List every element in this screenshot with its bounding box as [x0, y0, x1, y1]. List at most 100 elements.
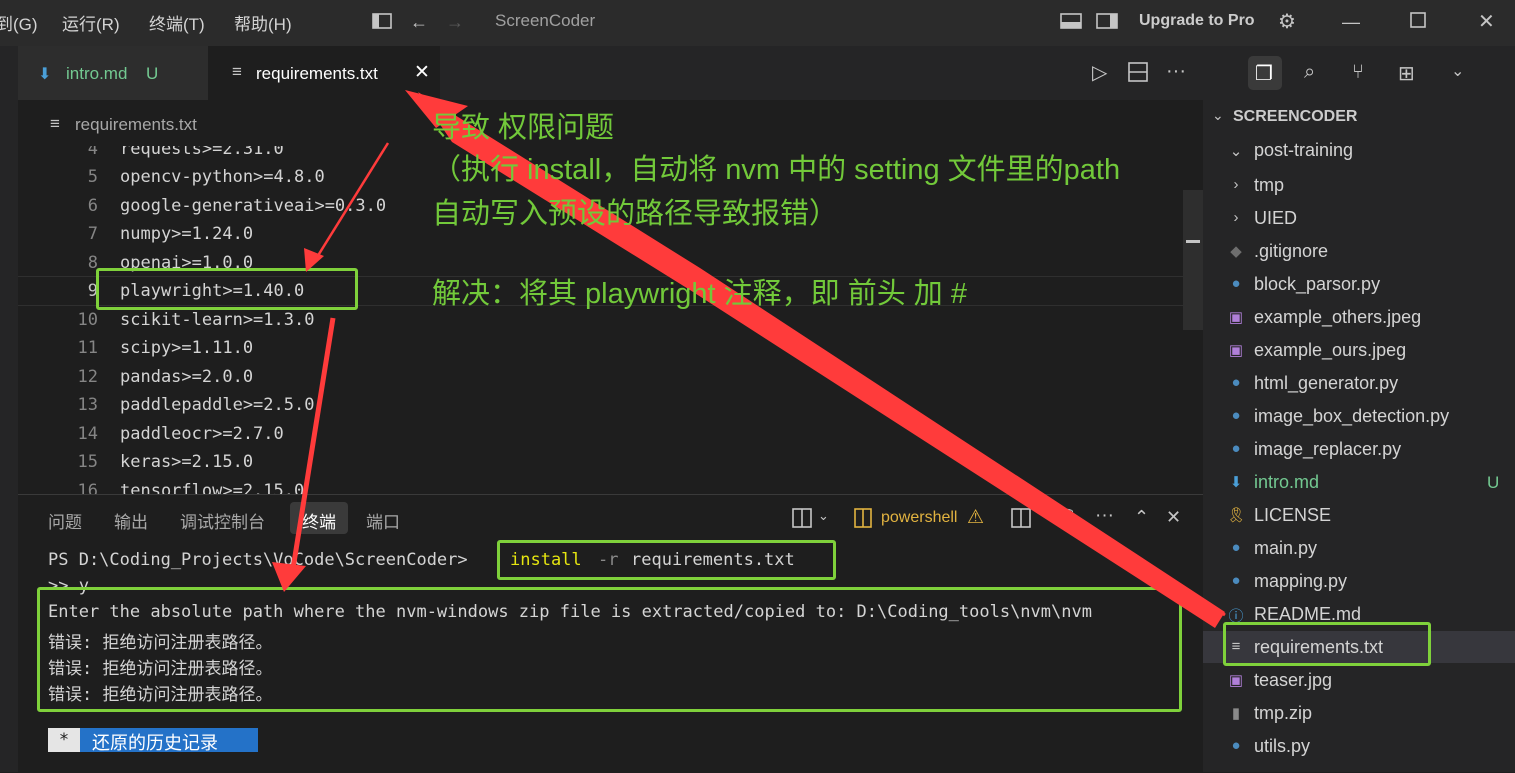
toggle-layout-icon[interactable]	[372, 12, 392, 35]
chevron-down-icon: ⌄	[1229, 143, 1243, 160]
code-line: scipy>=1.11.0	[120, 338, 254, 358]
python-icon: ●	[1231, 572, 1241, 589]
panel-tab-output[interactable]: 输出	[114, 508, 148, 533]
breadcrumb-file[interactable]: requirements.txt	[75, 115, 197, 135]
tree-item-tmp-zip[interactable]: tmp.zip	[1254, 703, 1312, 724]
untracked-badge: U	[1487, 473, 1500, 492]
annotation-box-error	[37, 587, 1182, 712]
more-actions-icon[interactable]: ···	[1166, 60, 1186, 83]
python-icon: ●	[1231, 407, 1241, 424]
line-number: 14	[77, 424, 98, 444]
menu-terminal[interactable]: 终端(T)	[149, 10, 205, 35]
annotation-text-detail: （执行 install，自动将 nvm 中的 setting 文件里的path	[432, 154, 1121, 186]
git-icon: ◆	[1230, 243, 1242, 260]
terminal-icon	[853, 508, 873, 533]
tree-item-example-ours[interactable]: example_ours.jpeg	[1254, 340, 1406, 361]
forward-arrow-icon[interactable]: →	[446, 12, 464, 33]
panel-tab-ports[interactable]: 端口	[366, 508, 400, 533]
code-line: paddleocr>=2.7.0	[120, 424, 284, 444]
python-icon: ●	[1231, 539, 1241, 556]
panel-tab-debug-console[interactable]: 调试控制台	[180, 508, 265, 533]
tab-intro-md[interactable]: ⬇ intro.md U	[18, 46, 208, 100]
line-number: 5	[87, 167, 98, 187]
editor-scrollbar[interactable]	[1183, 190, 1203, 330]
line-number: 16	[77, 481, 98, 494]
tree-item-teaser[interactable]: teaser.jpg	[1254, 670, 1332, 691]
code-line: requests>=2.31.0	[120, 146, 284, 159]
toggle-panel-icon[interactable]	[1060, 12, 1082, 35]
markdown-icon: ⬇	[38, 66, 52, 83]
image-icon: ▣	[1228, 342, 1244, 359]
code-line: paddlepaddle>=2.5.0	[120, 395, 315, 415]
split-editor-icon[interactable]	[1128, 62, 1148, 87]
menu-goto[interactable]: 到(G)	[0, 10, 38, 35]
restore-history-label: 还原的历史记录	[92, 733, 218, 753]
line-number: 11	[77, 338, 98, 358]
tree-item-mapping[interactable]: mapping.py	[1254, 571, 1347, 592]
code-line: numpy>=1.24.0	[120, 224, 254, 244]
image-icon: ▣	[1228, 672, 1244, 689]
python-icon: ●	[1231, 275, 1241, 292]
tree-item-gitignore[interactable]: .gitignore	[1254, 241, 1328, 262]
warning-icon[interactable]: ⚠	[967, 506, 984, 529]
close-window-icon[interactable]: ✕	[1478, 9, 1495, 34]
scrollbar-cursor-marker	[1186, 240, 1200, 243]
terminal-shell-name[interactable]: powershell	[881, 509, 957, 527]
minimize-icon[interactable]: —	[1342, 12, 1360, 33]
tree-item-image-replacer[interactable]: image_replacer.py	[1254, 439, 1401, 460]
tree-item-license[interactable]: LICENSE	[1254, 505, 1331, 526]
upgrade-button[interactable]: Upgrade to Pro	[1139, 12, 1255, 30]
run-icon[interactable]: ▷	[1092, 60, 1107, 85]
python-icon: ●	[1231, 440, 1241, 457]
annotation-text-solution: 解决：将其 playwright 注释，即 前头 加 #	[432, 278, 967, 310]
tree-item-uied[interactable]: UIED	[1254, 208, 1297, 229]
annotation-box-requirements	[1223, 622, 1431, 666]
maximize-icon[interactable]	[1410, 12, 1426, 33]
source-control-icon[interactable]: ⑂	[1352, 61, 1364, 84]
menu-help[interactable]: 帮助(H)	[234, 10, 292, 35]
search-icon[interactable]: ⌕	[1304, 61, 1315, 84]
extensions-icon[interactable]: ⊞	[1398, 61, 1415, 86]
tree-item-example-others[interactable]: example_others.jpeg	[1254, 307, 1421, 328]
image-icon: ▣	[1228, 309, 1244, 326]
tree-item-block-parsor[interactable]: block_parsor.py	[1254, 274, 1380, 295]
text-file-icon: ≡	[50, 114, 60, 133]
markdown-icon: ⬇	[1229, 474, 1243, 491]
more-actions-icon[interactable]: ···	[1095, 505, 1114, 527]
back-arrow-icon[interactable]: ←	[410, 12, 428, 33]
code-line: scikit-learn>=1.3.0	[120, 310, 315, 330]
code-line: keras>=2.15.0	[120, 452, 254, 472]
explorer-root[interactable]: SCREENCODER	[1233, 108, 1357, 126]
chevron-down-icon[interactable]: ⌄	[818, 508, 829, 524]
split-terminal-icon[interactable]	[1011, 508, 1031, 533]
tree-item-post-training[interactable]: post-training	[1254, 140, 1353, 161]
tree-item-tmp[interactable]: tmp	[1254, 175, 1284, 196]
restore-history-star: *	[48, 728, 80, 752]
menu-run[interactable]: 运行(R)	[62, 10, 120, 35]
trash-icon[interactable]: 🗑	[1052, 507, 1076, 531]
maximize-panel-icon[interactable]: ⌃	[1134, 507, 1149, 528]
tab-requirements-txt[interactable]: ≡ requirements.txt ✕	[208, 46, 440, 100]
tree-item-utils[interactable]: utils.py	[1254, 736, 1310, 757]
tree-item-intro-md[interactable]: intro.md	[1254, 472, 1319, 493]
close-panel-icon[interactable]: ✕	[1166, 507, 1181, 528]
tree-item-main[interactable]: main.py	[1254, 538, 1317, 559]
annotation-box-command	[497, 540, 836, 580]
code-line: tensorflow>=2.15.0	[120, 481, 305, 494]
chevron-down-icon[interactable]: ⌄	[1451, 61, 1464, 81]
panel-tab-terminal[interactable]: 终端	[302, 508, 336, 533]
line-number-active: 9	[87, 281, 98, 301]
toggle-sidebar-icon[interactable]	[1096, 12, 1118, 35]
chevron-down-icon[interactable]: ⌄	[1212, 107, 1224, 124]
tab-label: intro.md	[66, 64, 128, 83]
annotation-box-playwright	[96, 268, 358, 310]
tree-item-html-generator[interactable]: html_generator.py	[1254, 373, 1398, 394]
new-terminal-split-icon[interactable]	[792, 508, 812, 533]
close-tab-icon[interactable]: ✕	[414, 61, 430, 84]
python-icon: ●	[1231, 737, 1241, 754]
explorer-icon[interactable]: ❐	[1255, 61, 1273, 86]
panel-tab-problems[interactable]: 问题	[48, 508, 82, 533]
tree-item-image-box-detection[interactable]: image_box_detection.py	[1254, 406, 1449, 427]
code-line: pandas>=2.0.0	[120, 367, 254, 387]
gear-icon[interactable]: ⚙	[1278, 9, 1296, 34]
